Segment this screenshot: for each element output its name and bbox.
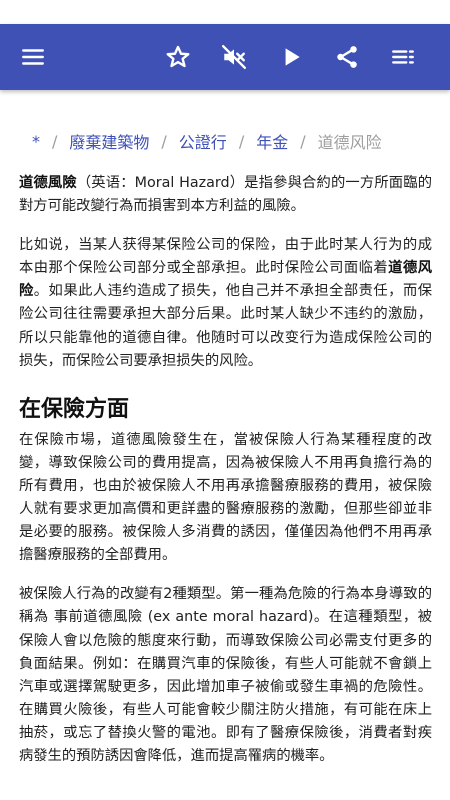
breadcrumb-item[interactable]: 年金	[256, 129, 288, 153]
article-body: 道德風險（英语：Moral Hazard）是指參與合約的一方所面臨的對方可能改變…	[19, 172, 432, 784]
share-icon	[337, 46, 357, 68]
example-text-1: 比如说，当某人获得某保险公司的保险，由于此时某人行为的成本由那个保险公司部分或全…	[19, 237, 432, 277]
breadcrumb: * / 廢棄建築物 / 公證行 / 年金 / 道德风险	[0, 128, 450, 154]
menu-button[interactable]	[17, 41, 49, 73]
example-paragraph: 比如说，当某人获得某保险公司的保险，由于此时某人行为的成本由那个保险公司部分或全…	[19, 234, 432, 373]
playlist-icon	[392, 50, 414, 64]
breadcrumb-separator: /	[161, 131, 167, 151]
play-button[interactable]	[275, 41, 307, 73]
app-toolbar	[0, 24, 450, 90]
breadcrumb-separator: /	[52, 131, 58, 151]
intro-text: （英语：Moral Hazard）是指參與合約的一方所面臨的對方可能改變行為而損…	[19, 175, 433, 215]
section-paragraph-2: 被保險人行為的改變有2種類型。第一種為危險的行為本身導致的稱為 事前道德風險 (…	[19, 586, 432, 764]
breadcrumb-current: 道德风险	[317, 133, 382, 152]
example-text-2: 。如果此人违约造成了损失，他自己并不承担全部责任，而保险公司往往需要承担大部分后…	[19, 283, 433, 369]
breadcrumb-root[interactable]: *	[32, 132, 40, 151]
breadcrumb-separator: /	[238, 131, 245, 151]
menu-icon	[22, 49, 44, 65]
breadcrumb-separator: /	[300, 131, 306, 151]
play-icon	[285, 48, 300, 66]
section-heading: 在保險方面	[19, 396, 130, 422]
intro-paragraph: 道德風險（英语：Moral Hazard）是指參與合約的一方所面臨的對方可能改變…	[19, 172, 432, 218]
status-bar-area	[0, 0, 450, 24]
mute-button[interactable]	[218, 41, 250, 73]
intro-term: 道德風險	[19, 175, 77, 191]
volume-off-icon	[221, 44, 247, 70]
section-paragraph-1: 在保險市場，道德風險發生在，當被保險人行為某種程度的改變，導致保險公司的費用提高…	[19, 431, 432, 564]
breadcrumb-item[interactable]: 公證行	[179, 129, 227, 153]
contents-button[interactable]	[387, 41, 419, 73]
breadcrumb-item[interactable]: 廢棄建築物	[69, 129, 149, 153]
share-button[interactable]	[331, 41, 363, 73]
star-outline-icon	[166, 45, 190, 68]
bookmark-button[interactable]	[162, 41, 194, 73]
